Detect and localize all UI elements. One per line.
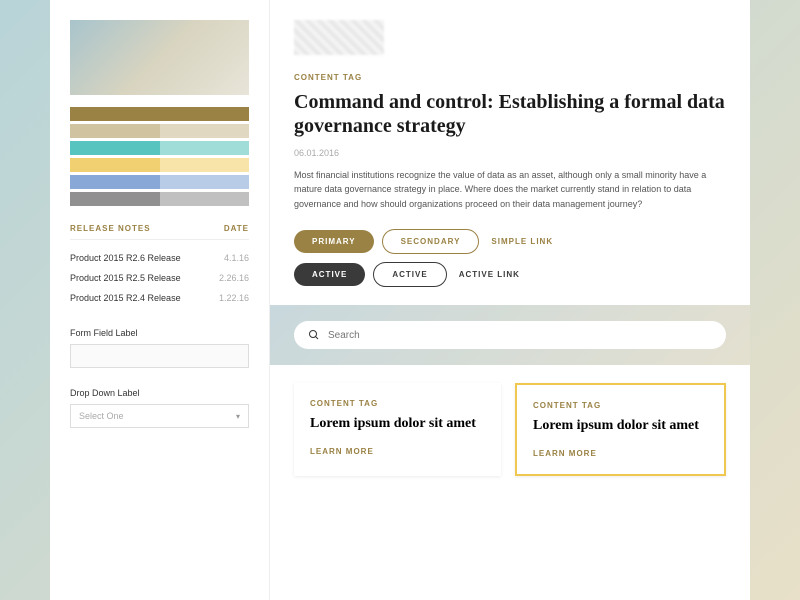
article-body: Most financial institutions recognize th… bbox=[294, 168, 726, 211]
release-row[interactable]: Product 2015 R2.4 Release 1.22.16 bbox=[70, 288, 249, 308]
release-name: Product 2015 R2.6 Release bbox=[70, 253, 181, 263]
color-swatch bbox=[160, 141, 250, 155]
release-date: 1.22.16 bbox=[219, 293, 249, 303]
swatch-row bbox=[70, 158, 249, 172]
release-date: 2.26.16 bbox=[219, 273, 249, 283]
color-swatch bbox=[70, 141, 160, 155]
search-band bbox=[270, 305, 750, 365]
active-outline-button[interactable]: ACTIVE bbox=[373, 262, 446, 287]
release-notes-header: RELEASE NOTES DATE bbox=[70, 224, 249, 240]
release-name: Product 2015 R2.4 Release bbox=[70, 293, 181, 303]
sidebar: RELEASE NOTES DATE Product 2015 R2.6 Rel… bbox=[50, 0, 270, 600]
card-title: Lorem ipsum dolor sit amet bbox=[310, 416, 485, 433]
swatch-row bbox=[70, 124, 249, 138]
release-date: 4.1.16 bbox=[224, 253, 249, 263]
dropdown-label: Drop Down Label bbox=[70, 388, 249, 398]
color-swatch bbox=[160, 107, 250, 121]
content-card[interactable]: CONTENT TAG Lorem ipsum dolor sit amet LEA… bbox=[294, 383, 501, 476]
search-box[interactable] bbox=[294, 321, 726, 349]
hero-thumbnail bbox=[70, 20, 249, 95]
primary-button[interactable]: PRIMARY bbox=[294, 230, 374, 253]
swatch-row bbox=[70, 141, 249, 155]
active-button[interactable]: ACTIVE bbox=[294, 263, 365, 286]
swatch-row bbox=[70, 175, 249, 189]
style-guide-container: RELEASE NOTES DATE Product 2015 R2.6 Rel… bbox=[50, 0, 750, 600]
active-link[interactable]: ACTIVE LINK bbox=[455, 263, 524, 286]
color-swatch bbox=[70, 107, 160, 121]
card-row: CONTENT TAG Lorem ipsum dolor sit amet LEA… bbox=[294, 383, 726, 476]
release-header-left: RELEASE NOTES bbox=[70, 224, 151, 233]
chevron-down-icon: ▾ bbox=[236, 412, 240, 421]
article-date: 06.01.2016 bbox=[294, 148, 726, 158]
color-swatch bbox=[160, 175, 250, 189]
search-icon bbox=[308, 329, 320, 341]
learn-more-link[interactable]: LEARN MORE bbox=[310, 447, 485, 456]
release-row[interactable]: Product 2015 R2.5 Release 2.26.16 bbox=[70, 268, 249, 288]
release-header-right: DATE bbox=[224, 224, 249, 233]
release-row[interactable]: Product 2015 R2.6 Release 4.1.16 bbox=[70, 248, 249, 268]
swatch-row bbox=[70, 107, 249, 121]
color-swatch bbox=[70, 124, 160, 138]
dropdown-select[interactable]: Select One ▾ bbox=[70, 404, 249, 428]
form-field-label: Form Field Label bbox=[70, 328, 249, 338]
simple-link[interactable]: SIMPLE LINK bbox=[487, 230, 557, 253]
card-tag: CONTENT TAG bbox=[533, 401, 708, 410]
dropdown-placeholder: Select One bbox=[79, 411, 124, 421]
dropdown-group: Drop Down Label Select One ▾ bbox=[70, 388, 249, 428]
card-tag: CONTENT TAG bbox=[310, 399, 485, 408]
release-notes-list: Product 2015 R2.6 Release4.1.16Product 2… bbox=[70, 248, 249, 308]
color-swatch bbox=[70, 158, 160, 172]
release-name: Product 2015 R2.5 Release bbox=[70, 273, 181, 283]
form-field-group: Form Field Label bbox=[70, 328, 249, 368]
logo-placeholder bbox=[294, 20, 384, 55]
color-swatch bbox=[70, 192, 160, 206]
button-row-default: PRIMARY SECONDARY SIMPLE LINK bbox=[294, 229, 726, 254]
text-input[interactable] bbox=[70, 344, 249, 368]
color-swatch bbox=[160, 124, 250, 138]
color-swatches bbox=[70, 107, 249, 206]
content-tag: CONTENT TAG bbox=[294, 73, 726, 82]
card-title: Lorem ipsum dolor sit amet bbox=[533, 418, 708, 435]
article-headline: Command and control: Establishing a form… bbox=[294, 90, 726, 138]
color-swatch bbox=[70, 175, 160, 189]
color-swatch bbox=[160, 158, 250, 172]
swatch-row bbox=[70, 192, 249, 206]
button-row-active: ACTIVE ACTIVE ACTIVE LINK bbox=[294, 262, 726, 287]
learn-more-link[interactable]: LEARN MORE bbox=[533, 449, 708, 458]
color-swatch bbox=[160, 192, 250, 206]
search-input[interactable] bbox=[328, 330, 712, 341]
content-card[interactable]: CONTENT TAG Lorem ipsum dolor sit amet LEA… bbox=[515, 383, 726, 476]
secondary-button[interactable]: SECONDARY bbox=[382, 229, 480, 254]
main-content: CONTENT TAG Command and control: Establi… bbox=[270, 0, 750, 600]
